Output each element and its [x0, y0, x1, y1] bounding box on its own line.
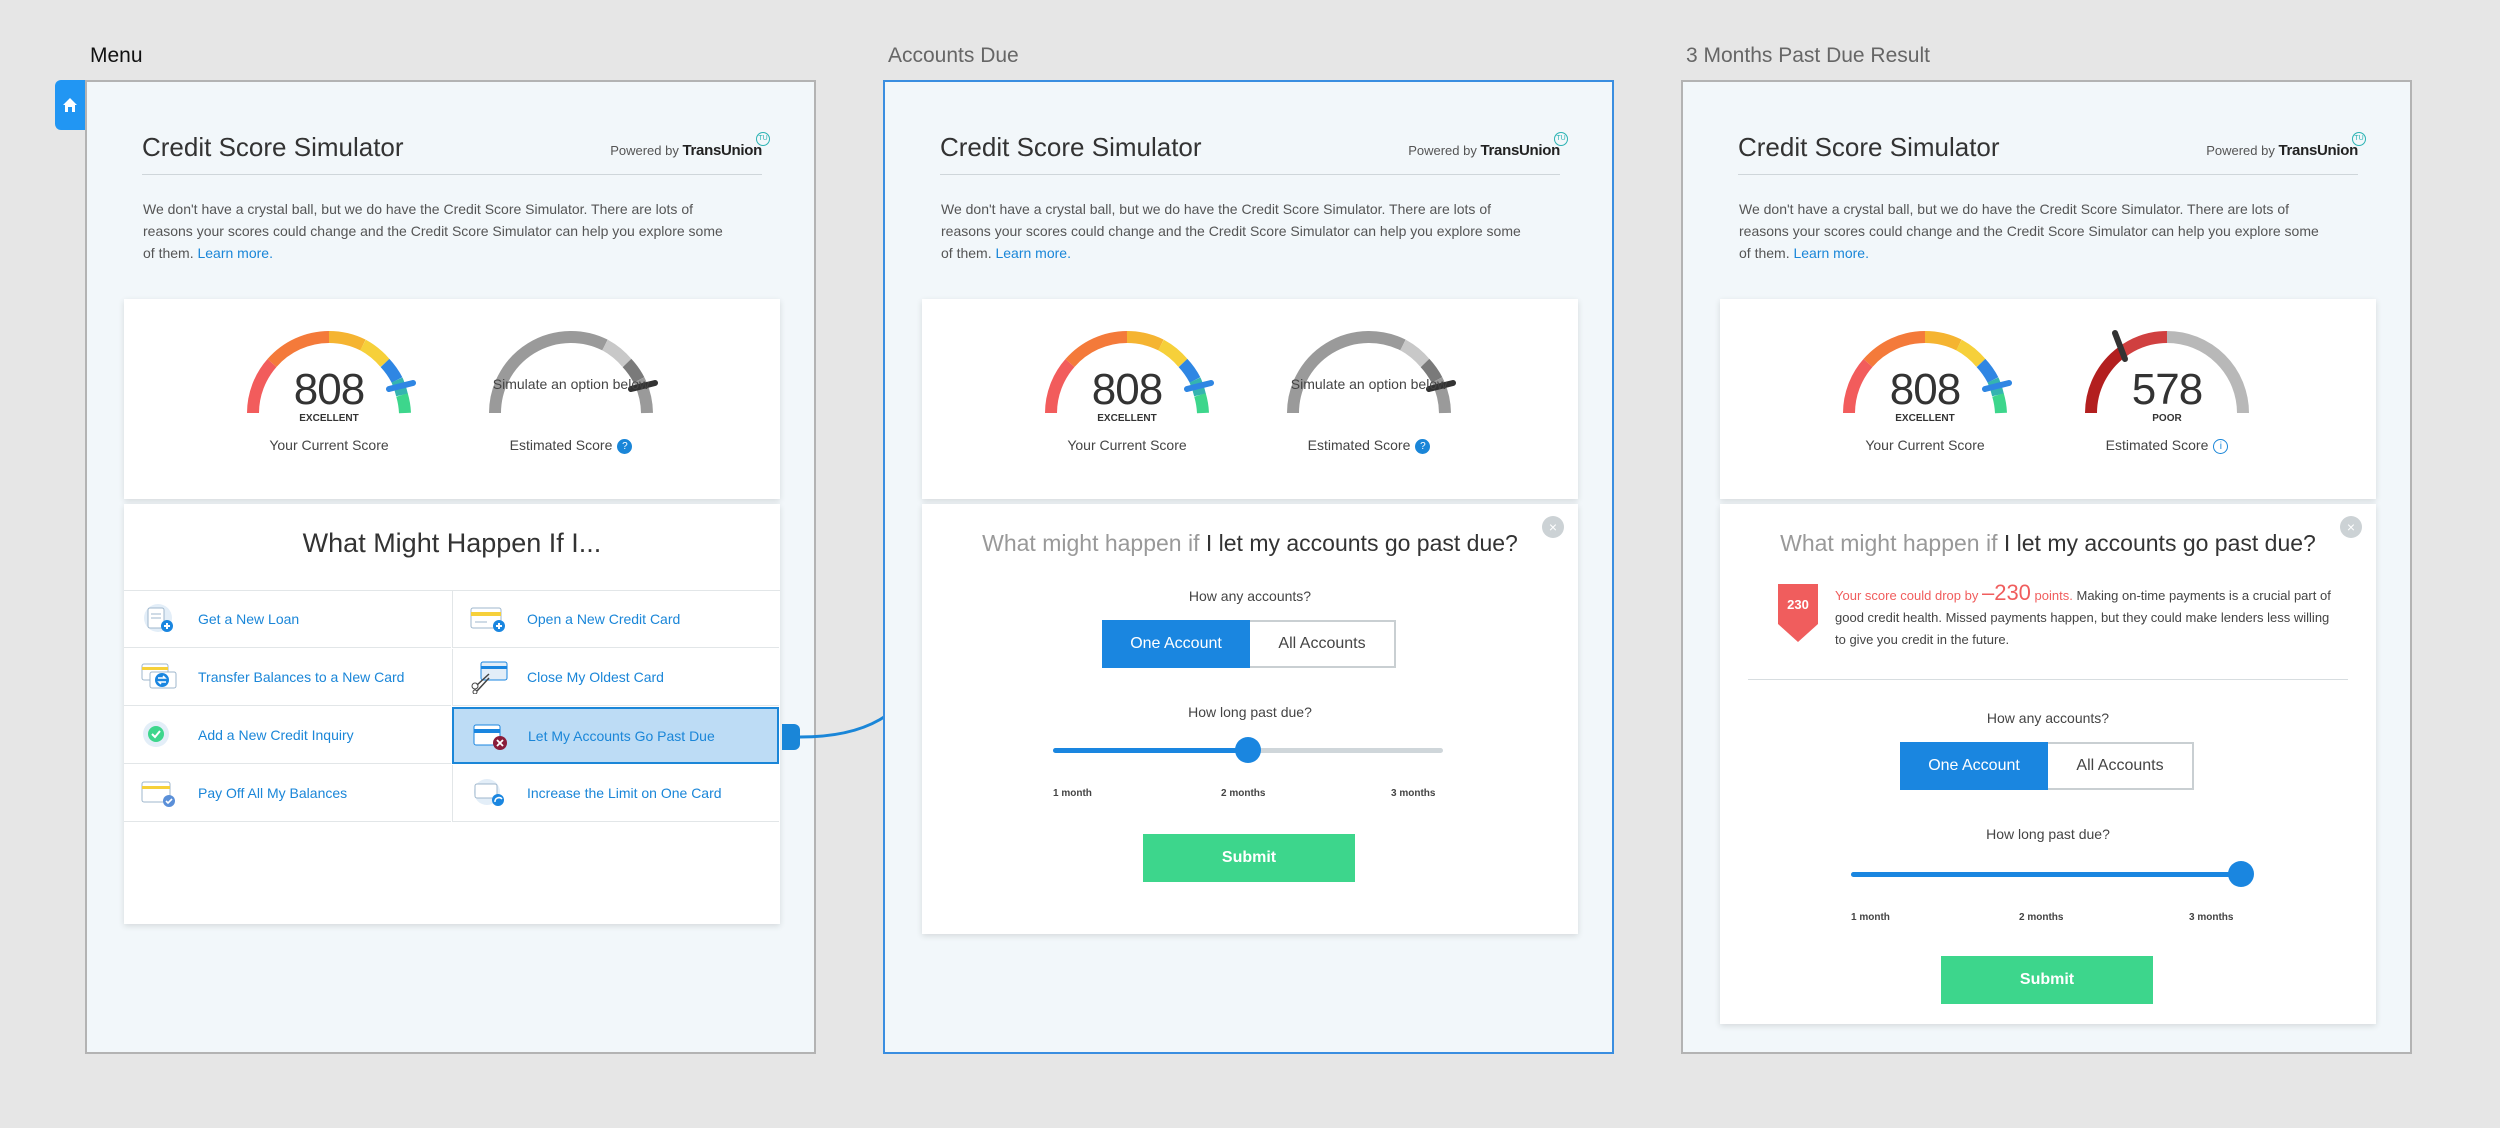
frame-result: Credit Score Simulator Powered by TransU… — [1681, 80, 2412, 1054]
page-title: Credit Score Simulator — [940, 132, 1202, 162]
slider-thumb[interactable] — [1235, 737, 1261, 763]
slider-fill — [1053, 748, 1248, 753]
estimated-score-gauge: 578 POOR Estimated Score i — [2077, 323, 2257, 473]
tick-label: 3 months — [2189, 912, 2234, 923]
tu-badge-icon: TU — [2352, 132, 2366, 146]
tick-label: 2 months — [1221, 788, 1266, 799]
one-account-button[interactable]: One Account — [1900, 742, 2048, 790]
estimated-score-caption: Estimated Score i — [2077, 437, 2257, 454]
current-score-gauge: 808 EXCELLENT Your Current Score — [1037, 323, 1217, 473]
accounts-toggle: One Account All Accounts — [1900, 742, 2194, 790]
estimated-score-gauge: Simulate an option below Estimated Score… — [1279, 323, 1459, 473]
frame-accounts-due: Credit Score Simulator Powered by TransU… — [883, 80, 1614, 1054]
tu-badge-icon: TU — [1554, 132, 1568, 146]
powered-by: Powered by TransUnion — [1408, 142, 1560, 159]
result-card: × What might happen if I let my accounts… — [1720, 504, 2376, 1024]
current-score-value: 808 — [1091, 365, 1163, 414]
scenario-question: What might happen if I let my accounts g… — [1780, 530, 2316, 556]
simulator-header: Credit Score Simulator Powered by TransU… — [1738, 124, 2366, 175]
current-score-value: 808 — [1889, 365, 1961, 414]
tick-label: 1 month — [1053, 788, 1092, 799]
accounts-question: How any accounts? — [1188, 588, 1312, 604]
page-title: Credit Score Simulator — [1738, 132, 2000, 162]
current-score-caption: Your Current Score — [1865, 437, 1985, 453]
current-score-rating: EXCELLENT — [1895, 413, 1955, 424]
accounts-question: How any accounts? — [1986, 710, 2110, 726]
transunion-logo: TransUnion — [1480, 142, 1560, 159]
estimated-score-rating: POOR — [2152, 413, 2182, 424]
simulator-header: Credit Score Simulator Powered by TransU… — [940, 124, 1568, 175]
simulate-prompt: Simulate an option below — [1290, 376, 1448, 392]
transunion-logo: TransUnion — [2278, 142, 2358, 159]
help-icon[interactable]: ? — [1415, 439, 1431, 454]
learn-more-link[interactable]: Learn more. — [995, 245, 1070, 261]
score-drop-badge: 230 — [1778, 584, 1818, 642]
current-score-gauge: 808 EXCELLENT Your Current Score — [1835, 323, 2015, 473]
slider-thumb[interactable] — [2228, 861, 2254, 887]
accounts-toggle: One Account All Accounts — [1102, 620, 1396, 668]
current-score-rating: EXCELLENT — [1097, 413, 1157, 424]
all-accounts-button[interactable]: All Accounts — [2048, 742, 2194, 790]
scenario-question: What might happen if I let my accounts g… — [982, 530, 1518, 556]
estimated-score-value: 578 — [2131, 365, 2203, 414]
intro-text: We don't have a crystal ball, but we do … — [941, 201, 1521, 261]
current-score-caption: Your Current Score — [1067, 437, 1187, 453]
score-card: 808 EXCELLENT Your Current Score 578 POO… — [1720, 299, 2376, 499]
submit-button[interactable]: Submit — [1143, 834, 1355, 882]
drop-value: –230 — [1981, 580, 2031, 605]
powered-by: Powered by TransUnion — [2206, 142, 2358, 159]
slider-fill — [1851, 872, 2241, 877]
drop-explanation: Your score could drop by –230 points. Ma… — [1835, 580, 2331, 648]
drop-badge-value: 230 — [1787, 597, 1809, 612]
info-icon[interactable]: i — [2213, 439, 2229, 454]
divider — [1748, 679, 2348, 680]
learn-more-link[interactable]: Learn more. — [1793, 245, 1868, 261]
score-card: 808 EXCELLENT Your Current Score Simulat… — [922, 299, 1578, 499]
past-due-question: How long past due? — [1188, 704, 1312, 720]
past-due-slider[interactable]: 1 month 2 months 3 months — [1851, 854, 2254, 923]
tick-label: 3 months — [1391, 788, 1436, 799]
all-accounts-button[interactable]: All Accounts — [1250, 620, 1396, 668]
past-due-question: How long past due? — [1986, 826, 2110, 842]
submit-button[interactable]: Submit — [1941, 956, 2153, 1004]
one-account-button[interactable]: One Account — [1102, 620, 1250, 668]
past-due-slider[interactable]: 1 month 2 months 3 months — [1053, 730, 1443, 799]
tick-label: 1 month — [1851, 912, 1890, 923]
tick-label: 2 months — [2019, 912, 2064, 923]
scenario-card: × What might happen if I let my accounts… — [922, 504, 1578, 934]
intro-text: We don't have a crystal ball, but we do … — [1739, 201, 2319, 261]
estimated-score-caption: Estimated Score? — [1279, 437, 1459, 454]
